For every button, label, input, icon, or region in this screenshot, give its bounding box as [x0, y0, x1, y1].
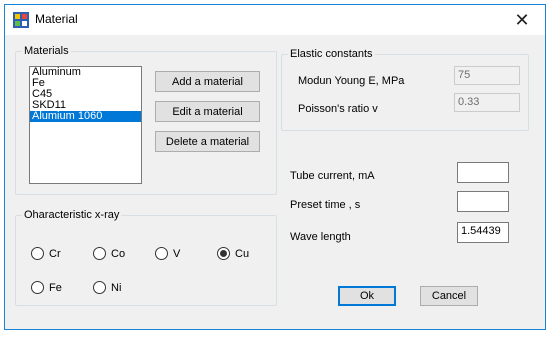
- window-title: Material: [35, 12, 78, 26]
- xray-radio-v[interactable]: V: [155, 247, 180, 260]
- young-modulus-label: Modun Young E, MPa: [298, 75, 405, 87]
- preset-time-label: Preset time , s: [290, 199, 361, 211]
- materials-legend: Materials: [22, 44, 71, 58]
- xray-radio-label: Cu: [235, 247, 250, 260]
- xray-radio-label: V: [173, 247, 181, 260]
- xray-radio-ni[interactable]: Ni: [93, 281, 121, 294]
- xray-radio-cr[interactable]: Cr: [31, 247, 61, 260]
- xray-radio-co[interactable]: Co: [93, 247, 125, 260]
- poisson-ratio-label: Poisson's ratio v: [298, 103, 378, 115]
- list-item[interactable]: Aluminum: [30, 67, 141, 78]
- young-modulus-field[interactable]: 75: [454, 66, 520, 85]
- preset-time-input[interactable]: [457, 191, 509, 212]
- xray-radio-label: Co: [111, 247, 126, 260]
- delete-material-button[interactable]: Delete a material: [155, 131, 260, 152]
- elastic-constants-legend: Elastic constants: [288, 47, 375, 61]
- add-material-button[interactable]: Add a material: [155, 71, 260, 92]
- poisson-ratio-field[interactable]: 0.33: [454, 93, 520, 112]
- materials-listbox[interactable]: Aluminum Fe C45 SKD11 Alumium 1060: [29, 66, 142, 184]
- xray-radio-label: Cr: [49, 247, 61, 260]
- xray-legend: Oharacteristic x-ray: [22, 208, 122, 222]
- xray-radio-cu[interactable]: Cu: [217, 247, 249, 260]
- xray-radio-label: Ni: [111, 281, 122, 294]
- tube-current-input[interactable]: [457, 162, 509, 183]
- tube-current-label: Tube current, mA: [290, 170, 375, 182]
- edit-material-button[interactable]: Edit a material: [155, 101, 260, 122]
- radio-unchecked-icon[interactable]: [93, 281, 106, 294]
- radio-unchecked-icon[interactable]: [31, 281, 44, 294]
- ok-button[interactable]: Ok: [338, 286, 396, 306]
- xray-radio-label: Fe: [49, 281, 62, 294]
- radio-unchecked-icon[interactable]: [155, 247, 168, 260]
- radio-unchecked-icon[interactable]: [31, 247, 44, 260]
- radio-unchecked-icon[interactable]: [93, 247, 106, 260]
- title-bar[interactable]: Material ✕: [5, 5, 545, 35]
- xray-radio-fe[interactable]: Fe: [31, 281, 62, 294]
- close-icon[interactable]: ✕: [499, 5, 545, 35]
- cancel-button[interactable]: Cancel: [420, 286, 478, 306]
- app-icon: [13, 12, 29, 28]
- radio-checked-icon[interactable]: [217, 247, 230, 260]
- list-item[interactable]: Alumium 1060: [30, 111, 141, 122]
- wave-length-label: Wave length: [290, 231, 351, 243]
- material-dialog: Material ✕ Materials Aluminum Fe C45 SKD11 A…: [4, 4, 546, 330]
- wave-length-input[interactable]: 1.54439: [457, 222, 509, 243]
